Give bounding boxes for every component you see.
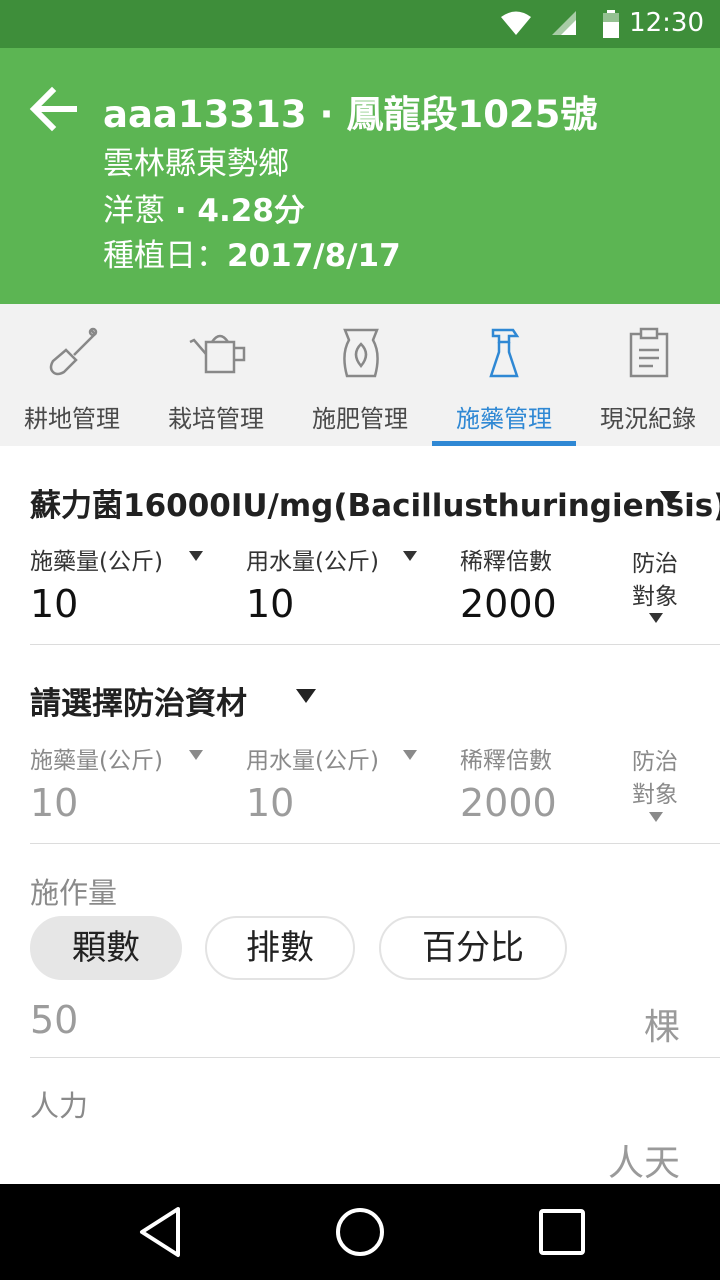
dose-unit-dropdown-icon[interactable] xyxy=(189,750,203,760)
system-nav-bar xyxy=(0,1184,720,1280)
divider xyxy=(30,1057,720,1058)
dropdown-arrow-icon[interactable] xyxy=(660,491,680,505)
clipboard-icon xyxy=(629,327,669,378)
nav-back-icon[interactable] xyxy=(138,1206,182,1258)
status-bar: 12:30 xyxy=(0,0,720,48)
tab-land-management[interactable]: 耕地管理 xyxy=(0,304,144,446)
amount-input[interactable]: 50 xyxy=(30,998,78,1042)
dose-label: 施藥量(公斤) xyxy=(30,748,163,774)
wifi-icon xyxy=(501,11,531,35)
tab-label: 栽培管理 xyxy=(168,405,264,433)
water-unit-dropdown-icon[interactable] xyxy=(403,750,417,760)
dose-input[interactable]: 10 xyxy=(30,582,78,626)
tab-pesticide-management[interactable]: 施藥管理 xyxy=(432,304,576,446)
crop-info: 洋蔥 · 4.28分 xyxy=(103,185,305,230)
tab-label: 施藥管理 xyxy=(456,405,552,433)
water-input[interactable]: 10 xyxy=(246,781,294,825)
dose-unit-dropdown-icon[interactable] xyxy=(189,551,203,561)
clock: 12:30 xyxy=(629,8,704,38)
target-label-line1[interactable]: 防治 xyxy=(632,544,678,578)
target-label-line2[interactable]: 對象 xyxy=(632,775,678,809)
watering-can-icon xyxy=(189,334,246,374)
tab-label: 施肥管理 xyxy=(312,405,408,433)
field-title: aaa13313 · 鳳龍段1025號 xyxy=(103,93,598,136)
dose-input[interactable]: 10 xyxy=(30,781,78,825)
dilution-label: 稀釋倍數 xyxy=(460,748,552,774)
dilution-input[interactable]: 2000 xyxy=(460,582,557,626)
application-amount-label: 施作量 xyxy=(30,876,118,910)
nav-home-icon[interactable] xyxy=(334,1206,386,1258)
tab-label: 耕地管理 xyxy=(24,405,120,433)
planting-date-row: 種植日：2017/8/17 xyxy=(103,230,401,275)
field-location: 雲林縣東勢鄉 xyxy=(103,146,289,182)
labor-unit: 人天 xyxy=(607,1143,680,1184)
shovel-icon xyxy=(49,327,98,376)
divider xyxy=(30,644,720,645)
dose-label: 施藥量(公斤) xyxy=(30,549,163,575)
product-select-1[interactable]: 蘇力菌16000IU/mg(Bacillusthuringiensis) xyxy=(30,480,720,525)
tab-label: 現況紀錄 xyxy=(600,405,696,433)
app-bar: aaa13313 · 鳳龍段1025號 雲林縣東勢鄉 洋蔥 · 4.28分 種植… xyxy=(0,48,720,304)
water-unit-dropdown-icon[interactable] xyxy=(403,551,417,561)
crop-name: 洋蔥 xyxy=(103,193,165,229)
dilution-input[interactable]: 2000 xyxy=(460,781,557,825)
amount-unit: 棵 xyxy=(643,1007,680,1048)
target-label-line2[interactable]: 對象 xyxy=(632,577,678,611)
back-arrow-icon[interactable] xyxy=(28,86,78,132)
fertilizer-bag-icon xyxy=(343,328,379,378)
product-select-2[interactable]: 請選擇防治資材 xyxy=(30,678,247,723)
divider xyxy=(30,843,720,844)
target-dropdown-icon[interactable] xyxy=(649,812,663,822)
nav-recents-icon[interactable] xyxy=(538,1208,586,1256)
field-area: · 4.28分 xyxy=(174,193,305,229)
target-dropdown-icon[interactable] xyxy=(649,613,663,623)
chip-percentage[interactable]: 百分比 xyxy=(379,916,567,980)
spray-bottle-icon xyxy=(489,328,520,378)
water-label: 用水量(公斤) xyxy=(246,549,379,575)
dropdown-arrow-icon[interactable] xyxy=(296,689,316,703)
pesticide-form: 蘇力菌16000IU/mg(Bacillusthuringiensis) 施藥量… xyxy=(0,446,720,1184)
planting-date: 2017/8/17 xyxy=(227,238,401,274)
signal-icon xyxy=(552,11,576,35)
dilution-label: 稀釋倍數 xyxy=(460,549,552,575)
labor-label: 人力 xyxy=(30,1089,89,1123)
target-label-line1[interactable]: 防治 xyxy=(632,742,678,776)
tab-status-record[interactable]: 現況紀錄 xyxy=(576,304,720,446)
tab-bar: 耕地管理 栽培管理 施肥管理 施藥管理 現況紀錄 xyxy=(0,304,720,446)
chip-rows[interactable]: 排數 xyxy=(205,916,355,980)
water-input[interactable]: 10 xyxy=(246,582,294,626)
tab-cultivation-management[interactable]: 栽培管理 xyxy=(144,304,288,446)
tab-fertilizer-management[interactable]: 施肥管理 xyxy=(288,304,432,446)
water-label: 用水量(公斤) xyxy=(246,748,379,774)
chip-count[interactable]: 顆數 xyxy=(30,916,182,980)
planting-date-label: 種植日： xyxy=(103,238,227,274)
battery-icon xyxy=(603,10,619,38)
